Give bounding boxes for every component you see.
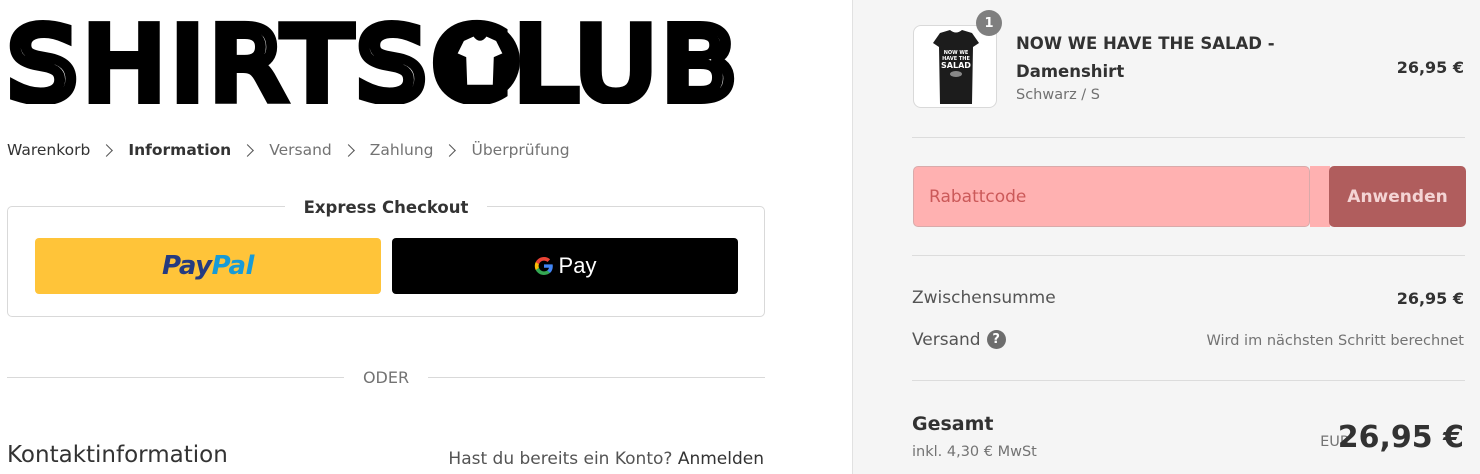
apply-discount-button[interactable]: Anwenden bbox=[1329, 166, 1466, 227]
breadcrumb-zahlung: Zahlung bbox=[369, 141, 434, 159]
google-pay-button[interactable]: Pay bbox=[392, 238, 738, 294]
product-variant: Schwarz / S bbox=[1016, 87, 1100, 103]
express-checkout-title: Express Checkout bbox=[284, 198, 488, 217]
chevron-right-icon bbox=[100, 143, 114, 157]
login-prompt: Hast du bereits ein Konto? Anmelden bbox=[448, 449, 764, 469]
login-link[interactable]: Anmelden bbox=[678, 449, 764, 469]
subtotal-value: 26,95 € bbox=[1396, 289, 1464, 308]
divider bbox=[912, 255, 1465, 256]
product-price: 26,95 € bbox=[1396, 58, 1464, 77]
quantity-badge: 1 bbox=[976, 10, 1002, 36]
chevron-right-icon bbox=[341, 143, 355, 157]
subtotal-label: Zwischensumme bbox=[912, 288, 1056, 308]
divider bbox=[912, 380, 1465, 381]
google-pay-label: Pay bbox=[558, 253, 597, 278]
chevron-right-icon bbox=[443, 143, 457, 157]
or-divider: ODER bbox=[7, 366, 766, 388]
shipping-row: Versand? bbox=[912, 330, 1006, 350]
logo-text: SHIRTSCLUB bbox=[8, 14, 743, 104]
order-summary-sidebar: NOW WE HAVE THE SALAD 1 NOW WE HAVE THE … bbox=[852, 0, 1480, 474]
paypal-button[interactable]: PayPal bbox=[35, 238, 381, 294]
discount-code-input[interactable] bbox=[913, 166, 1310, 227]
shipping-value: Wird im nächsten Schritt berechnet bbox=[1206, 333, 1464, 349]
help-icon[interactable]: ? bbox=[986, 330, 1006, 349]
shirt-print-line-3: SALAD bbox=[941, 61, 971, 70]
shipping-label: Versand bbox=[912, 330, 981, 350]
tax-note: inkl. 4,30 € MwSt bbox=[912, 444, 1037, 460]
tshirt-logo-icon bbox=[440, 21, 520, 101]
checkout-main: SHIRTSCLUB Warenkorb Information Versand… bbox=[0, 0, 852, 474]
google-g-icon bbox=[534, 257, 553, 275]
breadcrumb-versand: Versand bbox=[269, 141, 332, 159]
or-divider-text: ODER bbox=[362, 367, 410, 387]
shirtsclub-logo[interactable]: SHIRTSCLUB bbox=[8, 14, 748, 104]
contact-section-title: Kontaktinformation bbox=[7, 442, 228, 468]
chevron-right-icon bbox=[241, 143, 255, 157]
product-thumbnail: NOW WE HAVE THE SALAD bbox=[913, 25, 997, 108]
product-name: NOW WE HAVE THE SALAD - Damenshirt bbox=[1016, 34, 1275, 81]
divider bbox=[912, 137, 1465, 138]
breadcrumb-ueberpruefung: Überprüfung bbox=[471, 141, 570, 159]
total-label: Gesamt bbox=[912, 413, 994, 435]
tshirt-image: NOW WE HAVE THE SALAD bbox=[933, 30, 979, 104]
breadcrumb-warenkorb[interactable]: Warenkorb bbox=[7, 141, 90, 159]
paypal-logo: PayPal bbox=[162, 251, 254, 281]
breadcrumb-information: Information bbox=[128, 141, 232, 159]
breadcrumb: Warenkorb Information Versand Zahlung Üb… bbox=[7, 141, 570, 159]
express-checkout: Express Checkout PayPal Pay bbox=[7, 198, 765, 317]
total-value: 26,95 € bbox=[1337, 420, 1464, 455]
